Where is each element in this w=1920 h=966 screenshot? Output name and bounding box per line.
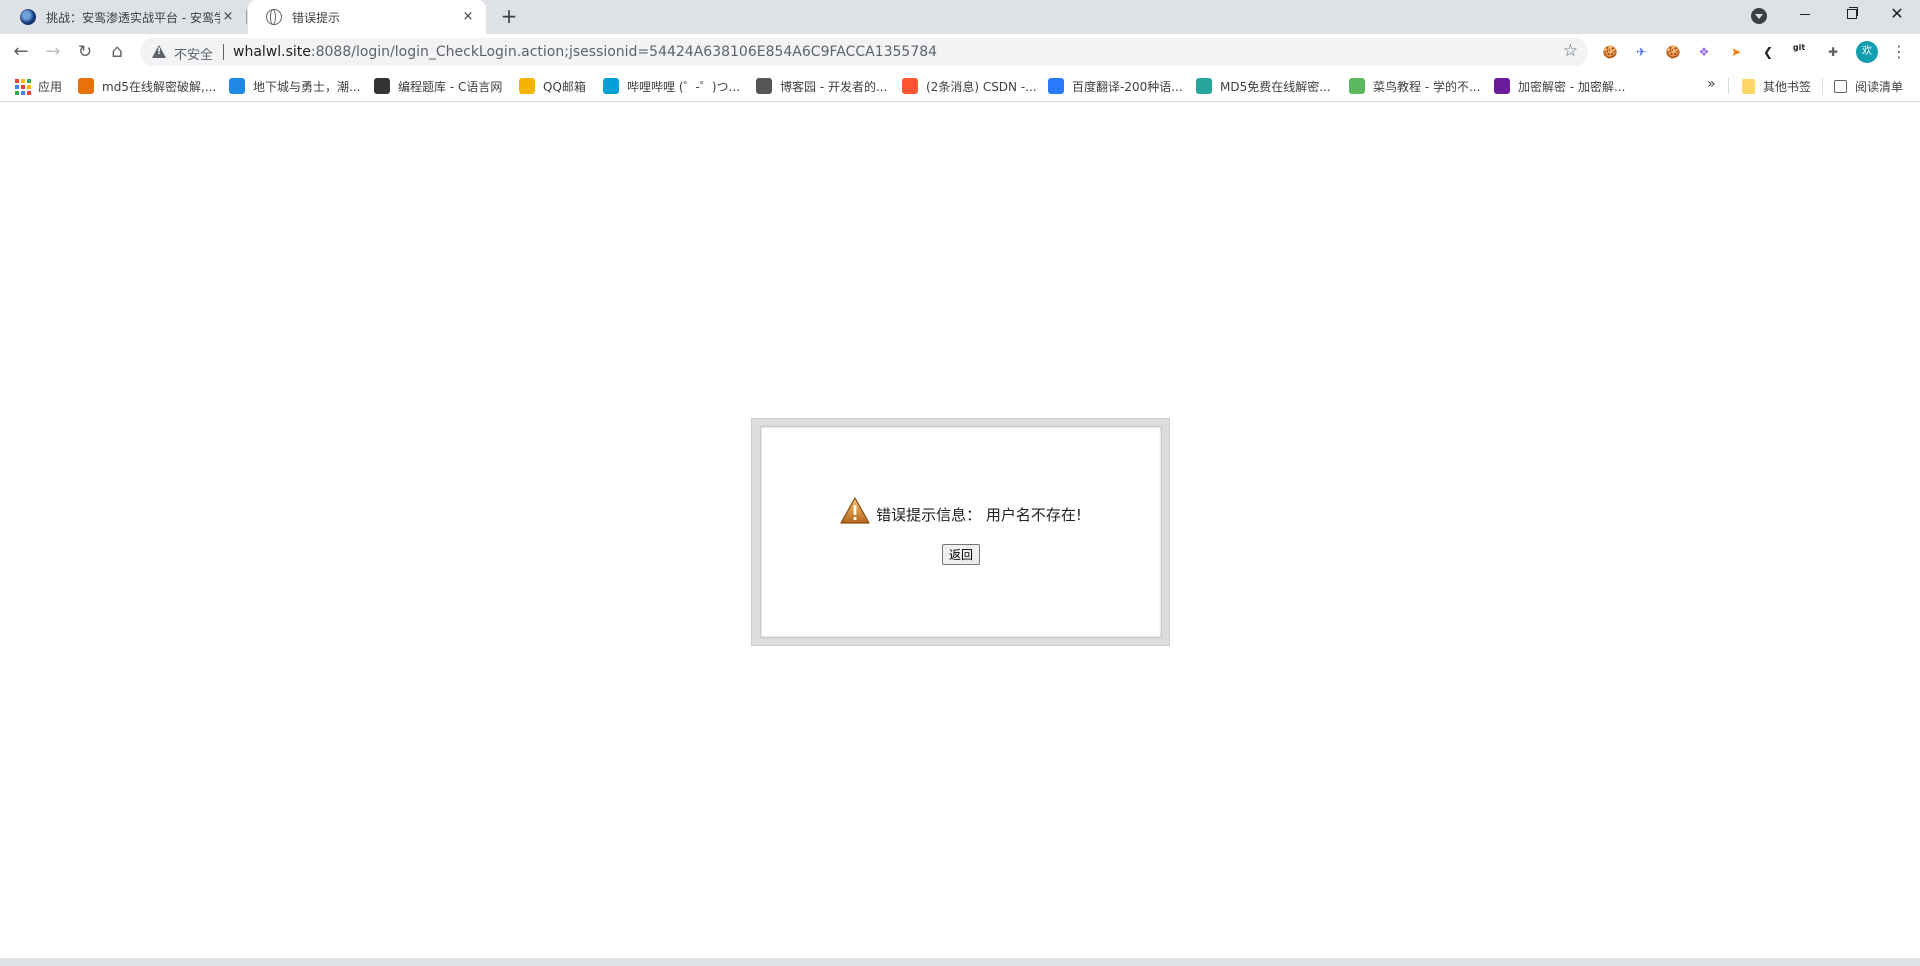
bookmark-dotcpp[interactable]: 编程题库 - C语言网 (374, 76, 502, 96)
restore-button[interactable] (1828, 0, 1874, 30)
bookmark-cnblogs[interactable]: 博客园 - 开发者的... (756, 76, 887, 96)
window-close-button[interactable]: ✕ (1874, 0, 1920, 30)
bookmark-label: 编程题库 - C语言网 (398, 79, 503, 94)
bookmark-crypto[interactable]: 加密解密 - 加密解... (1494, 76, 1625, 96)
security-label[interactable]: 不安全 (174, 44, 213, 63)
bookmark-label: 加密解密 - 加密解... (1518, 79, 1626, 94)
return-button[interactable]: 返回 (941, 544, 980, 565)
puzzle-icon[interactable]: ✚ (1824, 43, 1842, 61)
bookmarks-divider (1728, 78, 1729, 94)
bookmarks-overflow-icon[interactable]: » (1707, 76, 1716, 92)
bookmark-favicon-icon (374, 78, 390, 94)
back-button[interactable]: ← (9, 40, 33, 64)
tab-challenge[interactable]: 挑战：安鸾渗透实战平台 - 安鸾学 × (2, 0, 246, 34)
bookmark-label: 博客园 - 开发者的... (780, 79, 888, 94)
bookmark-dnf[interactable]: 地下城与勇士，潮... (229, 76, 360, 96)
bookmark-baidu-fanyi[interactable]: 百度翻译-200种语... (1048, 76, 1183, 96)
tab-title: 错误提示 (292, 10, 341, 25)
omnibox-divider (223, 44, 224, 60)
bookmark-label: (2条消息) CSDN -... (926, 79, 1037, 94)
other-bookmarks-label: 其他书签 (1763, 79, 1812, 94)
browser-toolbar: ← → ↻ ⌂ 不安全 whalwl.site:8088/login/login… (0, 34, 1920, 70)
tab-close-icon[interactable]: × (220, 9, 236, 25)
bookmark-qqmail[interactable]: QQ邮箱 (519, 76, 586, 96)
bookmark-label: MD5免费在线解密... (1220, 79, 1331, 94)
error-message: 错误提示信息： 用户名不存在! (876, 506, 1082, 524)
bookmark-label: 哔哩哔哩 (゜-゜)つ... (627, 79, 740, 94)
cookie-editor-icon[interactable]: 🍪 (1664, 43, 1682, 61)
address-bar[interactable]: 不安全 whalwl.site:8088/login/login_CheckLo… (140, 38, 1588, 66)
bookmark-label: 菜鸟教程 - 学的不... (1373, 79, 1481, 94)
tab-search-icon[interactable] (1751, 8, 1767, 24)
error-actions: 返回 (761, 544, 1161, 565)
tab-separator (246, 10, 247, 24)
other-bookmarks[interactable]: 其他书签 (1742, 76, 1811, 96)
cookie-ext-icon[interactable]: 🍪 (1601, 43, 1619, 61)
tab-title: 挑战：安鸾渗透实战平台 - 安鸾学 (46, 10, 220, 25)
tab-error[interactable]: 错误提示 × (248, 0, 486, 34)
minimize-button[interactable] (1782, 0, 1828, 30)
browser-menu-icon[interactable]: ⋮ (1890, 41, 1908, 63)
bookmark-md5-free[interactable]: MD5免费在线解密... (1196, 76, 1331, 96)
warning-icon (840, 497, 870, 524)
bookmark-favicon-icon (78, 78, 94, 94)
bookmark-label: 地下城与勇士，潮... (253, 79, 361, 94)
bookmark-label: 应用 (38, 79, 63, 94)
bookmark-favicon-icon (519, 78, 535, 94)
bookmark-csdn[interactable]: (2条消息) CSDN -... (902, 76, 1037, 96)
bookmark-favicon-icon (902, 78, 918, 94)
bookmark-label: 百度翻译-200种语... (1072, 79, 1183, 94)
bookmark-favicon-icon (1048, 78, 1064, 94)
not-secure-icon[interactable] (152, 45, 166, 58)
bookmark-apps[interactable]: 应用 (14, 76, 62, 96)
bookmarks-divider (1822, 78, 1823, 94)
tab-strip: 挑战：安鸾渗透实战平台 - 安鸾学 × 错误提示 × + ✕ (0, 0, 1920, 34)
bookmark-runoob[interactable]: 菜鸟教程 - 学的不... (1349, 76, 1480, 96)
forward-button[interactable]: → (41, 40, 65, 64)
bookmark-star-icon[interactable]: ☆ (1563, 41, 1578, 61)
bookmark-md5[interactable]: md5在线解密破解,... (78, 76, 216, 96)
bottom-edge (0, 958, 1920, 966)
bookmark-favicon-icon (756, 78, 772, 94)
fish-ext-icon[interactable]: ➤ (1727, 43, 1745, 61)
error-dialog: 错误提示信息： 用户名不存在! 返回 (760, 426, 1162, 638)
bookmarks-bar: 应用 md5在线解密破解,... 地下城与勇士，潮... 编程题库 - C语言网 QQ邮… (0, 70, 1920, 102)
bookmark-label: QQ邮箱 (543, 79, 586, 94)
reload-button[interactable]: ↻ (73, 40, 97, 64)
bird-ext-icon[interactable]: ✈ (1632, 43, 1650, 61)
reading-list[interactable]: 阅读清单 (1834, 76, 1903, 96)
tab-close-icon[interactable]: × (460, 9, 476, 25)
back-ext-icon[interactable]: ❮ (1759, 43, 1777, 61)
url-host: whalwl.site (233, 44, 311, 60)
page-content: 错误提示信息： 用户名不存在! 返回 (0, 103, 1920, 958)
gitzip-ext-icon[interactable]: git (1790, 43, 1808, 61)
site-favicon-icon (20, 9, 36, 25)
url-text[interactable]: whalwl.site:8088/login/login_CheckLogin.… (233, 44, 937, 60)
bookmark-favicon-icon (1349, 78, 1365, 94)
error-dialog-frame: 错误提示信息： 用户名不存在! 返回 (751, 418, 1170, 646)
reading-list-icon (1834, 79, 1847, 93)
folder-icon (1742, 78, 1755, 94)
bookmark-favicon-icon (1494, 78, 1510, 94)
bookmark-favicon-icon (229, 78, 245, 94)
bookmark-label: md5在线解密破解,... (102, 79, 217, 94)
new-tab-button[interactable]: + (498, 6, 520, 28)
home-button[interactable]: ⌂ (105, 40, 129, 64)
profile-avatar[interactable]: 欢 (1856, 41, 1878, 63)
globe-icon (266, 8, 282, 25)
bookmark-favicon-icon (603, 78, 619, 94)
feather-ext-icon[interactable]: ❖ (1695, 43, 1713, 61)
apps-grid-icon (14, 78, 31, 95)
url-path: :8088/login/login_CheckLogin.action;jses… (310, 44, 938, 60)
reading-list-label: 阅读清单 (1855, 79, 1904, 94)
bookmark-bilibili[interactable]: 哔哩哔哩 (゜-゜)つ... (603, 76, 740, 96)
bookmark-favicon-icon (1196, 78, 1212, 94)
error-message-row: 错误提示信息： 用户名不存在! (761, 497, 1161, 525)
